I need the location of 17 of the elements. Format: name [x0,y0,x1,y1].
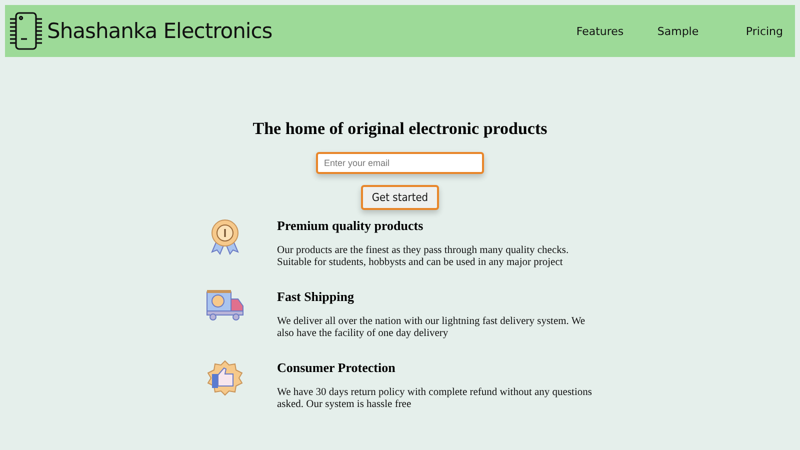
feature-description: We deliver all over the nation with our lightning fast delivery system. We also have the facility of one day delivery [277,316,586,340]
thumbs-up-icon [207,360,243,396]
truck-icon [206,289,244,321]
feature-title: Premium quality products [277,218,424,234]
nav-link[interactable]: Sample [639,24,717,38]
chip-icon [9,11,43,51]
hero-title: The home of original electronic products [252,119,548,139]
brand-name: Shashanka Electronics [47,19,272,43]
get-started-button[interactable]: Get started [361,185,439,210]
feature-description: Our products are the finest as they pass through many quality checks. Suitable for students, hobbysts and can be used in any major project [277,245,570,269]
email-field[interactable]: Enter your email [316,152,484,174]
feature-title: Fast Shipping [277,289,355,305]
feature-description: We have 30 days return policy with complete refund without any questions asked. Our system is hassle free [277,387,593,411]
feature-title: Consumer Protection [277,360,396,376]
nav-link[interactable]: Features [561,24,639,38]
nav-link[interactable]: Pricing [717,24,791,38]
medal-icon [208,218,242,256]
